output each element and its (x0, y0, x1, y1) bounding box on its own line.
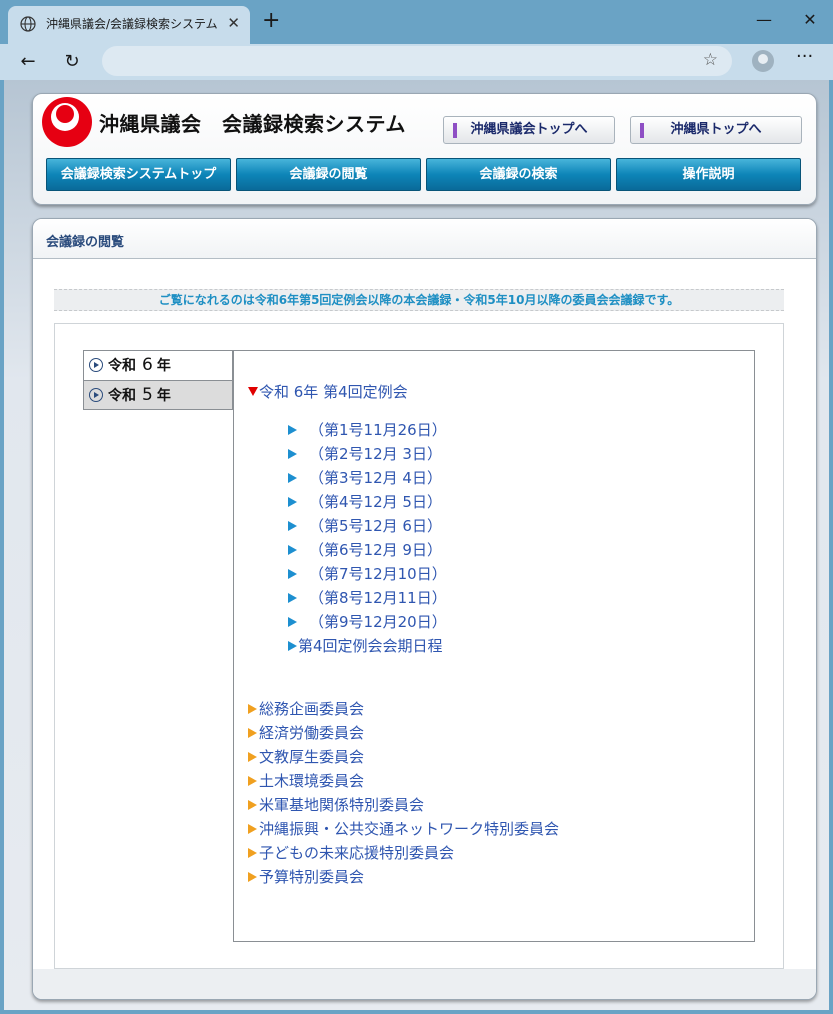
prefecture-top-link[interactable]: 沖縄県トップへ (630, 116, 802, 144)
site-title: 沖縄県議会 会議録検索システム (99, 112, 406, 136)
assembly-top-link[interactable]: 沖縄県議会トップへ (443, 116, 615, 144)
triangle-right-icon (248, 776, 257, 786)
availability-notice: ご覧になれるのは令和6年第5回定例会以降の本会議録・令和5年10月以降の委員会会… (54, 289, 784, 311)
section-header: 会議録の閲覧 (33, 219, 816, 259)
triangle-right-icon (288, 473, 297, 483)
committee-link[interactable]: 子どもの未来応援特別委員会 (248, 841, 559, 865)
browser-titlebar: 沖縄県議会/会議録検索システム ✕ + — ✕ (0, 0, 833, 44)
triangle-right-icon (248, 848, 257, 858)
address-bar[interactable]: ☆ (102, 46, 732, 76)
committee-link[interactable]: 土木環境委員会 (248, 769, 559, 793)
triangle-right-icon (288, 617, 297, 627)
minutes-link[interactable]: （第1号11月26日） (288, 418, 447, 442)
panel-footer (33, 969, 816, 999)
triangle-right-icon (248, 728, 257, 738)
new-tab-button[interactable]: + (262, 8, 280, 34)
close-window-button[interactable]: ✕ (790, 6, 830, 34)
session-detail: 令和 6年 第4回定例会 （第1号11月26日） （第2号12月 3日） （第3… (233, 350, 755, 942)
browse-area: 令和 6 年 令和 5 年 令和 6年 第4回定例会 （第1号11月26日） （第2号1… (54, 323, 784, 969)
triangle-down-icon (248, 387, 258, 396)
triangle-right-icon (288, 641, 297, 651)
committee-link[interactable]: 沖縄振興・公共交通ネットワーク特別委員会 (248, 817, 559, 841)
tab-title: 沖縄県議会/会議録検索システム (46, 17, 218, 31)
site-header: 沖縄県議会 会議録検索システム 沖縄県議会トップへ 沖縄県トップへ 会議録検索シ… (32, 93, 817, 205)
triangle-right-icon (248, 800, 257, 810)
tab-close-icon[interactable]: ✕ (227, 14, 240, 32)
committee-link[interactable]: 米軍基地関係特別委員会 (248, 793, 559, 817)
minutes-link[interactable]: （第3号12月 4日） (288, 466, 447, 490)
triangle-right-icon (288, 545, 297, 555)
play-circle-icon (89, 358, 103, 372)
triangle-right-icon (288, 449, 297, 459)
nav-help[interactable]: 操作説明 (616, 158, 801, 191)
year-item-r5[interactable]: 令和 5 年 (83, 380, 233, 410)
nav-search[interactable]: 会議録の検索 (426, 158, 611, 191)
more-menu-button[interactable]: ··· (796, 46, 813, 67)
committee-link[interactable]: 文教厚生委員会 (248, 745, 559, 769)
triangle-right-icon (288, 497, 297, 507)
assembly-logo[interactable] (41, 96, 93, 148)
triangle-right-icon (248, 704, 257, 714)
back-button[interactable]: ← (14, 48, 42, 76)
triangle-right-icon (288, 593, 297, 603)
committee-link[interactable]: 経済労働委員会 (248, 721, 559, 745)
triangle-right-icon (248, 752, 257, 762)
favorite-star-icon[interactable]: ☆ (703, 50, 718, 70)
globe-icon (20, 16, 36, 32)
minutes-link[interactable]: （第5号12月 6日） (288, 514, 447, 538)
schedule-link[interactable]: 第4回定例会会期日程 (288, 634, 447, 658)
play-circle-icon (89, 388, 103, 402)
committee-link[interactable]: 総務企画委員会 (248, 697, 559, 721)
year-item-r6[interactable]: 令和 6 年 (83, 350, 233, 380)
session-title[interactable]: 令和 6年 第4回定例会 (248, 381, 408, 402)
minutes-list: （第1号11月26日） （第2号12月 3日） （第3号12月 4日） （第4号… (288, 418, 447, 658)
triangle-right-icon (288, 425, 297, 435)
triangle-right-icon (248, 872, 257, 882)
minutes-link[interactable]: （第2号12月 3日） (288, 442, 447, 466)
browser-tab[interactable]: 沖縄県議会/会議録検索システム ✕ (8, 6, 250, 44)
minutes-link[interactable]: （第7号12月10日） (288, 562, 447, 586)
nav-browse[interactable]: 会議録の閲覧 (236, 158, 421, 191)
triangle-right-icon (288, 569, 297, 579)
minutes-link[interactable]: （第6号12月 9日） (288, 538, 447, 562)
minutes-link[interactable]: （第4号12月 5日） (288, 490, 447, 514)
committee-list: 総務企画委員会 経済労働委員会 文教厚生委員会 土木環境委員会 米軍基地関係特別… (248, 697, 559, 889)
section-title: 会議録の閲覧 (46, 235, 125, 250)
nav-system-top[interactable]: 会議録検索システムトップ (46, 158, 231, 191)
year-list: 令和 6 年 令和 5 年 (83, 350, 233, 410)
triangle-right-icon (288, 521, 297, 531)
browser-toolbar: ← ↻ ☆ ··· (0, 44, 833, 80)
content-panel: 会議録の閲覧 ご覧になれるのは令和6年第5回定例会以降の本会議録・令和5年10月… (32, 218, 817, 1000)
minutes-link[interactable]: （第9号12月20日） (288, 610, 447, 634)
minutes-link[interactable]: （第8号12月11日） (288, 586, 447, 610)
reload-button[interactable]: ↻ (58, 48, 86, 76)
triangle-right-icon (248, 824, 257, 834)
profile-avatar[interactable] (752, 50, 774, 72)
committee-link[interactable]: 予算特別委員会 (248, 865, 559, 889)
page-viewport: 沖縄県議会 会議録検索システム 沖縄県議会トップへ 沖縄県トップへ 会議録検索シ… (4, 80, 829, 1010)
